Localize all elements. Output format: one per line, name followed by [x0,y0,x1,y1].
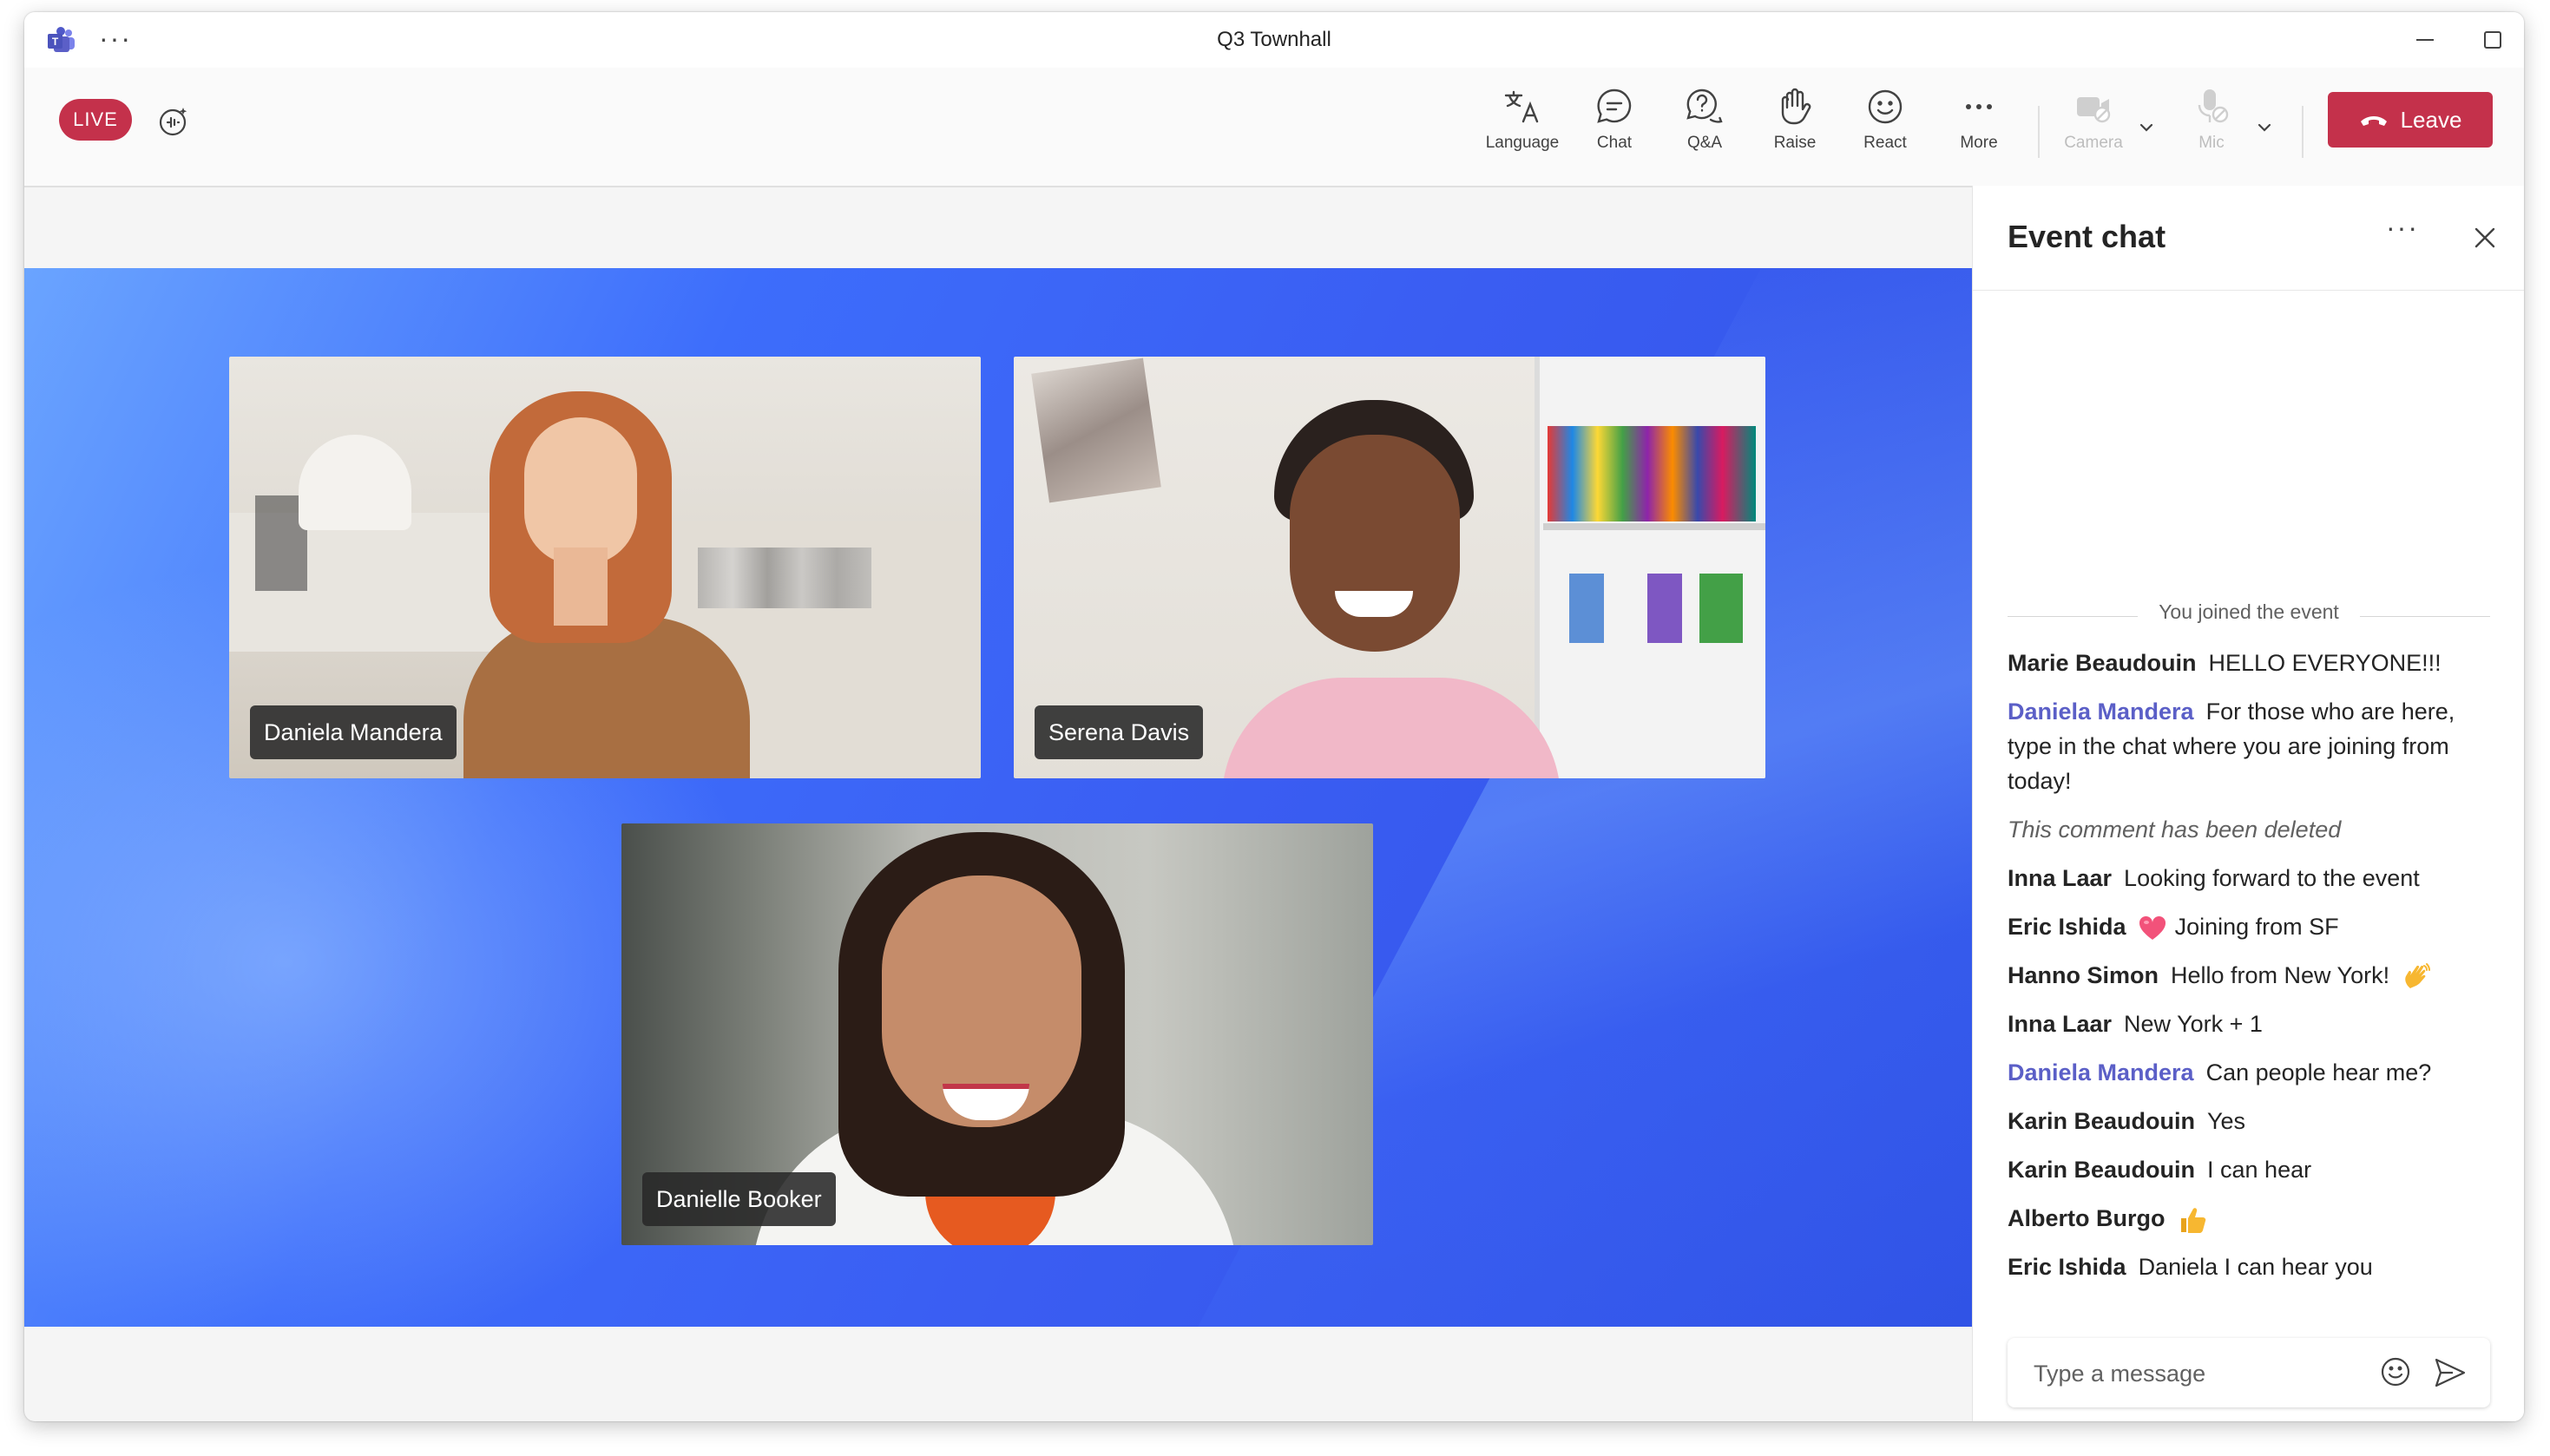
leave-button[interactable]: Leave [2328,92,2493,148]
message-text: New York + 1 [2124,1011,2263,1037]
chat-message: Alberto Burgo [2008,1201,2494,1236]
message-input[interactable] [2032,1354,2365,1394]
message-text: Yes [2207,1108,2246,1134]
message-composer [2008,1338,2490,1407]
message-author[interactable]: Eric Ishida [2008,1254,2126,1280]
more-button[interactable]: More [1934,87,2024,174]
message-text: This comment has been deleted [2008,817,2342,843]
chat-button[interactable]: Chat [1569,87,1659,174]
camera-off-icon [2077,97,2111,123]
more-label: More [1960,134,1998,152]
message-author[interactable]: Karin Beaudouin [2008,1157,2195,1183]
message-text: Hello from New York! [2171,962,2390,988]
message-author[interactable]: Inna Laar [2008,865,2112,891]
waving-hand-emoji-icon [2405,962,2431,988]
camera-options-chevron-down-icon[interactable] [2137,118,2156,137]
message-text: Joining from SF [2174,914,2339,940]
camera-button[interactable]: Camera [2048,87,2139,174]
chat-message: Hanno Simon Hello from New York! [2008,958,2494,993]
react-button[interactable]: React [1840,87,1930,174]
message-author[interactable]: Inna Laar [2008,1011,2112,1037]
qa-label: Q&A [1686,134,1723,152]
chat-message-list: Marie Beaudouin HELLO EVERYONE!!! Daniela… [2008,646,2494,1298]
participant-name-tag: Danielle Booker [642,1172,836,1226]
window-title: Q3 Townhall [1217,28,1331,51]
hang-up-phone-icon [2360,116,2387,126]
emoji-smiley-icon[interactable] [2379,1355,2412,1388]
qa-icon [1686,89,1723,123]
message-author[interactable]: Daniela Mandera [2008,1059,2194,1085]
message-text: Looking forward to the event [2124,865,2420,891]
language-button[interactable]: Language [1477,87,1567,174]
react-smiley-icon [1868,89,1903,124]
chat-more-options-icon[interactable]: ··· [2386,212,2419,244]
chat-message-deleted: This comment has been deleted [2008,812,2494,847]
chat-icon [1597,89,1632,123]
chat-message: Daniela Mandera Can people hear me? [2008,1055,2494,1090]
send-icon[interactable] [2433,1355,2468,1390]
chat-message: Marie Beaudouin HELLO EVERYONE!!! [2008,646,2494,680]
camera-label: Camera [2064,134,2123,152]
more-dots-icon [1966,104,1992,109]
video-stage: Daniela Mandera Serena Davis Danielle Bo… [24,268,1972,1327]
joined-notice: You joined the event [2008,600,2490,632]
message-text: Can people hear me? [2205,1059,2432,1085]
meeting-toolbar: LIVE Language Chat Q&A Raise React More … [24,68,2524,187]
event-chat-panel: Event chat ··· You joined the event Mari… [1972,186,2524,1421]
message-author[interactable]: Hanno Simon [2008,962,2159,988]
message-text: I can hear [2207,1157,2312,1183]
raise-hand-icon [1781,88,1811,125]
video-tile-serena-davis[interactable]: Serena Davis [1014,357,1765,778]
message-author[interactable]: Karin Beaudouin [2008,1108,2195,1134]
language-label: Language [1485,134,1560,152]
mic-off-icon [2198,89,2229,123]
mic-button[interactable]: Mic [2166,87,2257,174]
live-badge: LIVE [59,99,132,141]
language-icon [1504,90,1539,123]
mic-options-chevron-down-icon[interactable] [2255,118,2274,137]
maximize-icon[interactable] [2484,31,2501,49]
heart-emoji-icon [2139,915,2166,940]
thumbs-up-emoji-icon [2180,1208,2205,1233]
toolbar-divider [2302,106,2304,158]
close-icon[interactable] [2473,226,2497,250]
title-bar: T ··· Q3 Townhall [24,12,2524,69]
message-author[interactable]: Eric Ishida [2008,914,2126,940]
react-label: React [1863,134,1907,152]
chat-message: Inna Laar Looking forward to the event [2008,861,2494,895]
mic-label: Mic [2198,134,2225,152]
chat-label: Chat [1596,134,1633,152]
raise-label: Raise [1773,134,1817,152]
app-window: T ··· Q3 Townhall LIVE Language Chat Q&A… [24,12,2524,1421]
chat-message: Inna Laar New York + 1 [2008,1007,2494,1041]
video-tile-danielle-booker[interactable]: Danielle Booker [621,823,1373,1245]
raise-hand-button[interactable]: Raise [1750,87,1840,174]
participant-name-tag: Serena Davis [1035,705,1204,759]
leave-label: Leave [2400,106,2462,133]
chat-message: Eric Ishida Daniela I can hear you [2008,1249,2494,1284]
message-author[interactable]: Alberto Burgo [2008,1205,2166,1231]
chat-message: Eric Ishida Joining from SF [2008,909,2494,944]
chat-message: Daniela Mandera For those who are here, t… [2008,694,2494,798]
qa-button[interactable]: Q&A [1659,87,1750,174]
participant-name-tag: Daniela Mandera [250,705,457,759]
message-author[interactable]: Daniela Mandera [2008,698,2194,725]
chat-message: Karin Beaudouin Yes [2008,1104,2494,1138]
message-text: HELLO EVERYONE!!! [2208,650,2442,676]
copilot-sparkle-icon[interactable] [156,104,191,139]
message-text: Daniela I can hear you [2138,1254,2373,1280]
minimize-icon[interactable] [2416,39,2434,41]
chat-message: Karin Beaudouin I can hear [2008,1152,2494,1187]
message-author[interactable]: Marie Beaudouin [2008,650,2197,676]
toolbar-divider [2038,106,2040,158]
chat-header: Event chat ··· [1973,186,2524,291]
chat-title: Event chat [2008,219,2166,254]
video-tile-daniela-mandera[interactable]: Daniela Mandera [229,357,981,778]
